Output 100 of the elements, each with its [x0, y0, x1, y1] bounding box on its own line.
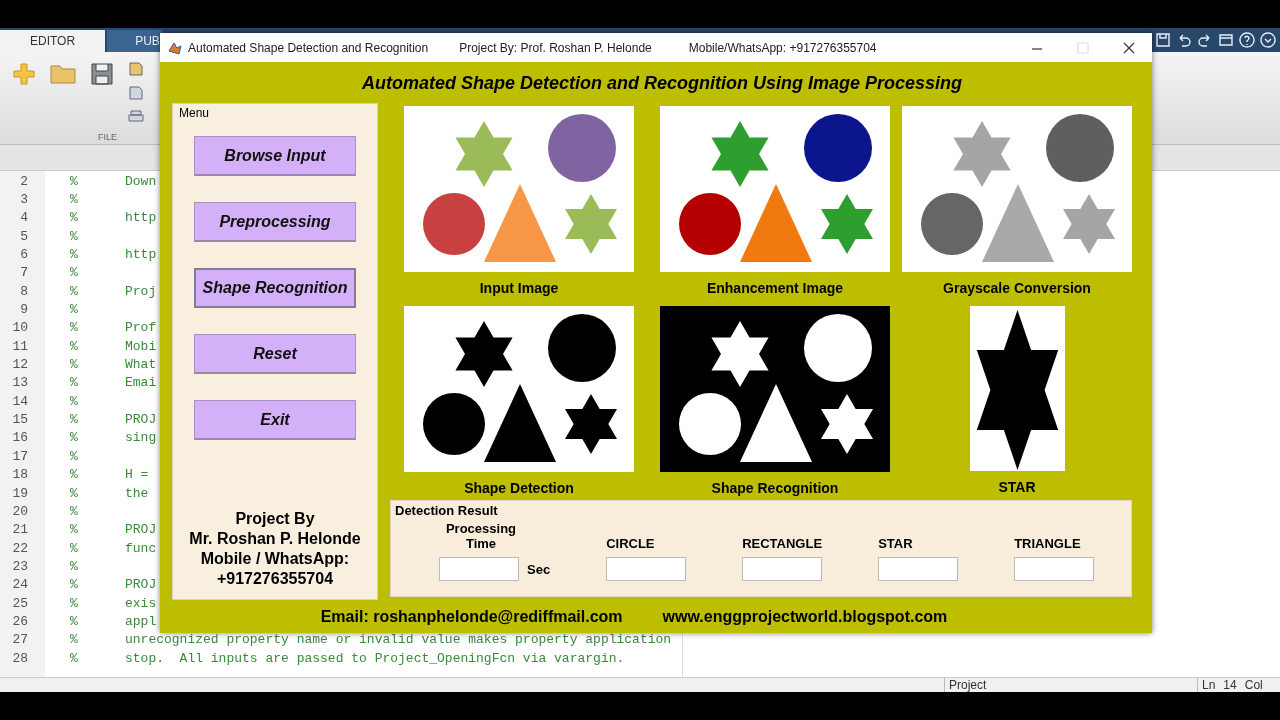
code-text: PROJ: [125, 522, 157, 538]
line-number: 20: [11, 503, 28, 519]
comment-marker: %: [70, 412, 78, 428]
image-caption: Grayscale Conversion: [943, 280, 1091, 296]
footer-text: www.enggprojectworld.blogspot.com: [662, 607, 948, 626]
image-caption: Shape Recognition: [711, 480, 839, 496]
comment-marker: %: [70, 247, 78, 263]
unit-label: Sec: [527, 561, 551, 577]
comment-marker: %: [70, 375, 78, 391]
comment-marker: %: [70, 540, 78, 556]
comment-marker: %: [70, 577, 78, 593]
new-icon[interactable]: [12, 62, 36, 86]
comment-marker: %: [70, 522, 78, 538]
code-text: the: [125, 485, 149, 501]
comment-marker: %: [70, 467, 78, 483]
comment-marker: %: [70, 265, 78, 281]
line-number: 24: [11, 577, 28, 593]
comment-marker: %: [70, 448, 78, 464]
comment-marker: %: [70, 503, 78, 519]
line-number: 14: [11, 393, 28, 409]
result-field[interactable]: [742, 557, 823, 581]
document-icon[interactable]: [128, 86, 144, 100]
menu-button[interactable]: Reset: [194, 334, 356, 374]
code-text: http: [125, 247, 157, 263]
line-number: 28: [11, 650, 28, 666]
line-number: 16: [11, 430, 28, 446]
line-number: 18: [11, 467, 28, 483]
line-number: 8: [19, 283, 28, 299]
window-title: Automated Shape Detection and Recognition: [188, 40, 429, 55]
code-text: Down: [125, 173, 157, 189]
app-heading: Automated Shape Detection and Recognition Using Image Processing: [360, 72, 964, 95]
line-number: 11: [11, 338, 28, 354]
comment-marker: %: [70, 595, 78, 611]
field-label: STAR: [878, 536, 913, 551]
menu-button[interactable]: Browse Input: [194, 136, 356, 176]
credit-text: Project By Mr. Roshan P. Helonde Mobile / WhatsApp: +917276355704: [189, 509, 361, 589]
code-text: stop. All inputs are passed to Project_OpeningFcn via varargin.: [125, 650, 625, 666]
window-icon[interactable]: [1218, 32, 1234, 48]
close-icon[interactable]: [1122, 40, 1136, 55]
comment-marker: %: [70, 485, 78, 501]
line-number: 2: [19, 173, 28, 189]
comment-marker: %: [70, 430, 78, 446]
comment-marker: %: [70, 393, 78, 409]
help-icon[interactable]: [1239, 32, 1255, 48]
line-number: 15: [11, 412, 28, 428]
printer-icon[interactable]: [128, 110, 144, 124]
status-line-label: Ln: [1202, 678, 1216, 692]
menu-button[interactable]: Preprocessing: [194, 202, 356, 242]
menu-button[interactable]: Exit: [194, 400, 356, 440]
comment-marker: %: [70, 357, 78, 373]
line-number: 7: [19, 265, 28, 281]
line-number: 3: [19, 192, 28, 207]
line-number: 12: [11, 357, 28, 373]
line-number: 5: [19, 228, 28, 244]
code-text: What: [125, 357, 157, 373]
ribbon-tab[interactable]: EDITOR: [0, 30, 106, 52]
line-number: 22: [11, 540, 28, 556]
image-caption: Shape Detection: [464, 480, 574, 496]
image-caption: Enhancement Image: [706, 280, 844, 296]
section-label: FILE: [97, 132, 118, 144]
result-field[interactable]: [606, 557, 687, 581]
code-text: exis: [125, 595, 157, 611]
line-number: 6: [19, 247, 28, 263]
comment-marker: %: [70, 613, 78, 629]
app-icon: [168, 40, 182, 55]
line-number: 25: [11, 595, 28, 611]
panel-title: Menu: [179, 106, 210, 120]
menu-button[interactable]: Shape Recognition: [194, 268, 356, 308]
image-caption: Input Image: [479, 280, 559, 296]
footer-text: Email: roshanphelonde@rediffmail.com: [320, 607, 623, 626]
folder-icon[interactable]: [50, 62, 76, 84]
code-text: func: [125, 540, 157, 556]
dropdown-icon[interactable]: [1260, 32, 1276, 48]
ribbon-tab[interactable]: PUB: [107, 30, 163, 52]
window-author: Project By: Prof. Roshan P. Helonde: [459, 40, 652, 55]
code-text: Emai: [125, 375, 157, 391]
line-number: 10: [11, 320, 28, 336]
line-number: 27: [11, 632, 28, 648]
field-label: CIRCLE: [606, 536, 655, 551]
window-contact: Mobile/WhatsApp: +917276355704: [688, 40, 877, 55]
comment-marker: %: [70, 320, 78, 336]
comment-marker: %: [70, 283, 78, 299]
code-text: sing: [125, 430, 157, 446]
code-text: appl: [125, 613, 157, 629]
code-text: PROJ: [125, 412, 157, 428]
result-field[interactable]: [878, 557, 959, 581]
status-column-label: Col: [1244, 678, 1263, 692]
comment-marker: %: [70, 228, 78, 244]
field-label: TRIANGLE: [1014, 536, 1081, 551]
comment-marker: %: [70, 302, 78, 318]
result-field[interactable]: [439, 557, 519, 581]
save-icon[interactable]: [90, 62, 114, 86]
comment-marker: %: [70, 632, 78, 648]
result-field[interactable]: [1014, 557, 1095, 581]
line-number: 23: [11, 558, 28, 574]
code-text: unrecognized property name or invalid value makes property application: [125, 632, 672, 648]
comment-marker: %: [70, 173, 78, 189]
image-caption: STAR: [998, 479, 1036, 495]
code-text: http: [125, 210, 157, 226]
code-text: H =: [125, 467, 149, 483]
